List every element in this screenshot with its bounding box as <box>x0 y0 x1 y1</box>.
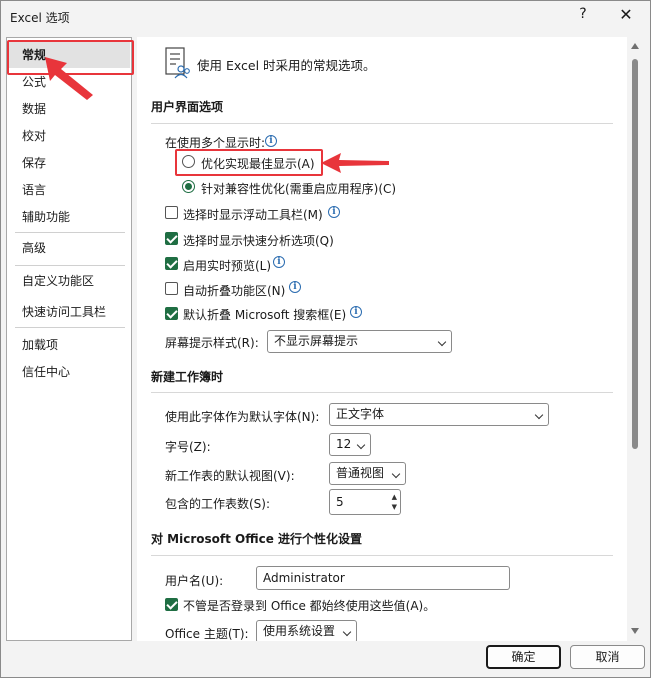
checkbox-quick-analysis-label: 选择时显示快速分析选项(Q) <box>183 234 334 248</box>
content-scrollbar[interactable] <box>628 37 642 641</box>
radio-optimize-compatibility-label: 针对兼容性优化(需重启应用程序)(C) <box>201 182 397 196</box>
default-view-value: 普通视图 <box>336 466 385 480</box>
sheet-count-spinner[interactable]: 5 ▲ ▼ <box>329 489 401 515</box>
info-icon[interactable]: i <box>328 206 340 218</box>
help-button[interactable]: ? <box>575 6 591 22</box>
nav-item-trust-center[interactable]: 信任中心 <box>8 359 130 385</box>
default-view-label: 新工作表的默认视图(V): <box>165 469 295 483</box>
scroll-up-icon[interactable] <box>631 43 639 49</box>
title-bar: Excel 选项 ? ✕ <box>1 1 650 33</box>
spinner-down-icon[interactable]: ▼ <box>392 503 397 511</box>
annotation-arrow-icon <box>321 153 389 173</box>
checkbox-mini-toolbar[interactable] <box>165 206 178 219</box>
username-label: 用户名(U): <box>165 574 224 588</box>
username-input[interactable]: Administrator <box>256 566 510 590</box>
annotation-arrow-icon <box>45 57 93 100</box>
nav-item-accessibility[interactable]: 辅助功能 <box>8 204 130 230</box>
checkbox-live-preview-label: 启用实时预览(L) <box>183 259 272 273</box>
nav-separator <box>15 265 125 266</box>
chevron-down-icon <box>437 337 447 347</box>
username-value: Administrator <box>263 571 345 585</box>
default-font-value: 正文字体 <box>336 407 385 421</box>
section-divider <box>151 392 613 393</box>
font-size-label: 字号(Z): <box>165 440 211 454</box>
checkbox-quick-analysis[interactable] <box>165 232 178 245</box>
font-size-select[interactable]: 12 <box>329 433 371 456</box>
checkbox-collapse-search-box[interactable] <box>165 307 178 320</box>
chevron-down-icon <box>342 627 352 637</box>
nav-item-language[interactable]: 语言 <box>8 177 130 203</box>
radio-optimize-compatibility[interactable] <box>182 180 195 193</box>
sheet-count-label: 包含的工作表数(S): <box>165 497 271 511</box>
general-options-pane: 使用 Excel 时采用的常规选项。 用户界面选项 在使用多个显示时: i 优化… <box>137 37 627 641</box>
options-nav: 常规 公式 数据 校对 保存 语言 辅助功能 高级 自定义功能区 快速访问工具栏… <box>6 37 132 641</box>
nav-item-quick-access-toolbar[interactable]: 快速访问工具栏 <box>8 299 130 325</box>
default-font-label: 使用此字体作为默认字体(N): <box>165 410 320 424</box>
chevron-down-icon <box>356 440 366 450</box>
screentip-style-select[interactable]: 不显示屏幕提示 <box>267 330 452 353</box>
info-icon[interactable]: i <box>350 306 362 318</box>
office-theme-label: Office 主题(T): <box>165 627 249 641</box>
screentip-style-label: 屏幕提示样式(R): <box>165 336 259 350</box>
options-people-icon <box>165 47 190 79</box>
info-icon[interactable]: i <box>289 281 301 293</box>
excel-options-dialog: Excel 选项 ? ✕ 常规 公式 数据 校对 保存 语言 辅助功能 高级 自… <box>0 0 651 678</box>
window-title: Excel 选项 <box>10 11 70 25</box>
section-title-personalize: 对 Microsoft Office 进行个性化设置 <box>151 532 363 546</box>
office-theme-select[interactable]: 使用系统设置 <box>256 620 357 641</box>
cancel-button[interactable]: 取消 <box>570 645 645 669</box>
default-view-select[interactable]: 普通视图 <box>329 462 406 485</box>
section-title-new-workbook: 新建工作簿时 <box>151 370 224 384</box>
office-theme-value: 使用系统设置 <box>263 624 336 638</box>
nav-item-save[interactable]: 保存 <box>8 150 130 176</box>
checkbox-always-use-values-label: 不管是否登录到 Office 都始终使用这些值(A)。 <box>183 599 436 613</box>
section-divider <box>151 123 613 124</box>
spinner-up-icon[interactable]: ▲ <box>392 493 397 501</box>
nav-item-advanced[interactable]: 高级 <box>8 235 130 261</box>
sheet-count-value: 5 <box>336 495 344 509</box>
annotation-highlight-optimize-display <box>175 149 323 176</box>
checkbox-mini-toolbar-label: 选择时显示浮动工具栏(M) <box>183 208 323 222</box>
nav-separator <box>15 232 125 233</box>
checkbox-live-preview[interactable] <box>165 257 178 270</box>
scroll-thumb[interactable] <box>632 59 638 449</box>
checkbox-collapse-ribbon-label: 自动折叠功能区(N) <box>183 284 286 298</box>
section-title-ui-options: 用户界面选项 <box>151 100 224 114</box>
checkbox-collapse-ribbon[interactable] <box>165 282 178 295</box>
nav-item-proofing[interactable]: 校对 <box>8 123 130 149</box>
info-icon[interactable]: i <box>273 256 285 268</box>
default-font-select[interactable]: 正文字体 <box>329 403 549 426</box>
chevron-down-icon <box>534 410 544 420</box>
close-button[interactable]: ✕ <box>617 5 635 24</box>
scroll-down-icon[interactable] <box>631 628 639 634</box>
nav-separator <box>15 327 125 328</box>
nav-item-customize-ribbon[interactable]: 自定义功能区 <box>8 268 130 294</box>
ok-button[interactable]: 确定 <box>486 645 561 669</box>
nav-item-addins[interactable]: 加载项 <box>8 332 130 358</box>
info-icon[interactable]: i <box>265 135 277 147</box>
checkbox-collapse-search-box-label: 默认折叠 Microsoft 搜索框(E) <box>183 308 347 322</box>
chevron-down-icon <box>391 469 401 479</box>
section-divider <box>151 555 613 556</box>
font-size-value: 12 <box>336 437 352 451</box>
page-description: 使用 Excel 时采用的常规选项。 <box>197 58 376 73</box>
screentip-style-value: 不显示屏幕提示 <box>274 334 359 348</box>
checkbox-always-use-values[interactable] <box>165 598 178 611</box>
